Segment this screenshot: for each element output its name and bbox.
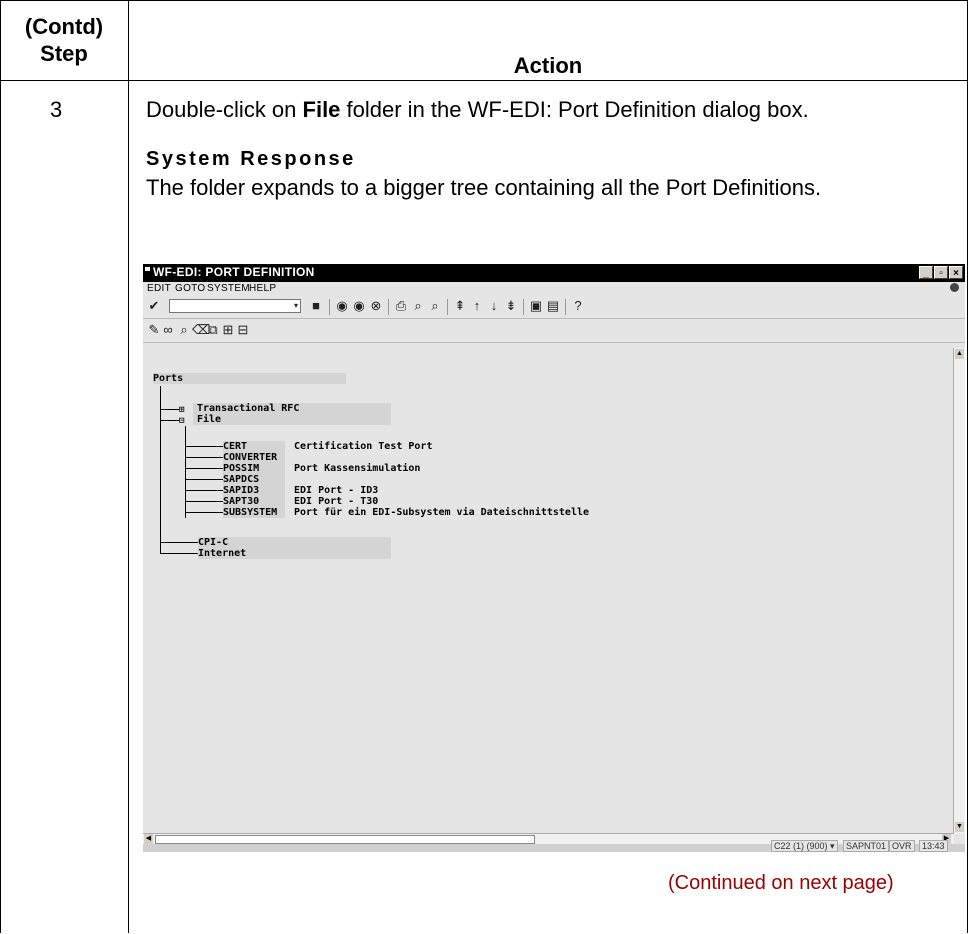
save-icon[interactable]: ■ [309, 299, 323, 313]
tree-root-ports[interactable]: Ports [153, 373, 183, 385]
application-toolbar: ✎ ∞ ⌕ ⌫ ⧉ ⊞ ⊟ [143, 320, 965, 343]
vertical-scrollbar[interactable]: ▲ ▼ [953, 348, 965, 834]
window-title: WF-EDI: Port Definition [153, 265, 315, 279]
continued-note: (Continued on next page) [668, 872, 894, 894]
step-header-line1: (Contd) [24, 14, 104, 39]
scroll-down-icon[interactable]: ▼ [955, 822, 964, 832]
back-icon[interactable]: ◉ [335, 299, 349, 313]
create-icon[interactable]: ⊞ [221, 323, 235, 337]
check-icon[interactable]: ✔ [147, 299, 161, 313]
status-server: SAPNT01 [843, 840, 890, 852]
check-icon[interactable]: ⊟ [236, 323, 250, 337]
find-next-icon[interactable]: ⌕ [428, 299, 442, 313]
collapse-node-icon[interactable]: ⊟ [179, 415, 184, 427]
step-number: 3 [50, 97, 63, 122]
status-time: 13:43 [919, 840, 948, 852]
window-icon [145, 267, 150, 271]
find-icon[interactable]: ⌕ [177, 323, 191, 337]
find-icon[interactable]: ⌕ [411, 299, 425, 313]
status-system: C22 (1) (900) ▾ [771, 840, 838, 852]
port-name-subsystem[interactable]: SUBSYSTEM [223, 507, 277, 519]
close-icon[interactable]: × [949, 266, 963, 279]
menu-bar: Edit Goto System Help [143, 282, 965, 296]
print-icon[interactable]: ⎙ [394, 299, 408, 313]
system-response-text: The folder expands to a bigger tree cont… [146, 175, 822, 200]
last-page-icon[interactable]: ⇟ [504, 299, 518, 313]
port-desc-subsystem: Port für ein EDI-Subsystem via Dateischn… [294, 507, 590, 518]
instruction-text: Double-click on File folder in the WF-ED… [146, 97, 809, 122]
change-icon[interactable]: ✎ [147, 323, 161, 337]
tree-area: Ports ⊞ Transactional RFC ⊟ File CERT Ce… [143, 348, 953, 833]
system-response-heading: System Response [146, 148, 356, 170]
menu-goto[interactable]: Goto [175, 283, 205, 294]
first-page-icon[interactable]: ⇞ [453, 299, 467, 313]
status-bar: C22 (1) (900) ▾ SAPNT01 OVR 13:43 [143, 840, 965, 852]
action-column-header: Action [513, 53, 583, 78]
scroll-up-icon[interactable]: ▲ [955, 349, 964, 359]
copy-icon[interactable]: ⧉ [206, 323, 220, 337]
next-page-icon[interactable]: ↓ [487, 299, 501, 313]
window-titlebar: WF-EDI: Port Definition _ ▫ × [143, 264, 965, 282]
cancel-icon[interactable]: ⊗ [369, 299, 383, 313]
restore-icon[interactable]: ▫ [934, 266, 948, 279]
command-dropdown-icon[interactable]: ▾ [289, 299, 303, 313]
previous-page-icon[interactable]: ↑ [470, 299, 484, 313]
shortcut-icon[interactable]: ▤ [546, 299, 560, 313]
menu-system[interactable]: System [207, 283, 250, 294]
session-icon[interactable] [950, 283, 959, 292]
port-desc-possim: Port Kassensimulation [294, 463, 421, 474]
sap-window: WF-EDI: Port Definition _ ▫ × Edit Goto … [143, 264, 965, 852]
horizontal-scroll-thumb[interactable] [155, 835, 535, 844]
create-session-icon[interactable]: ▣ [529, 299, 543, 313]
status-mode: OVR [889, 840, 915, 852]
menu-edit[interactable]: Edit [147, 283, 171, 294]
command-field[interactable] [169, 299, 301, 313]
step-header-line2: Step [40, 41, 88, 66]
scroll-left-icon[interactable]: ◀ [144, 834, 153, 844]
display-icon[interactable]: ∞ [161, 323, 175, 337]
menu-help[interactable]: Help [249, 283, 276, 294]
step-column-header: (Contd) Step [8, 13, 120, 67]
tree-node-internet[interactable]: Internet [198, 548, 246, 560]
tree-node-file[interactable]: File [197, 414, 221, 426]
port-desc-cert: Certification Test Port [294, 441, 433, 452]
minimize-icon[interactable]: _ [919, 266, 933, 279]
standard-toolbar: ✔ ▾ ■ ◉ ◉ ⊗ ⎙ ⌕ ⌕ ⇞ ↑ ↓ ⇟ ▣ ▤ ? [143, 296, 965, 319]
help-icon[interactable]: ? [571, 299, 585, 313]
delete-icon[interactable]: ⌫ [192, 323, 210, 337]
exit-icon[interactable]: ◉ [352, 299, 366, 313]
